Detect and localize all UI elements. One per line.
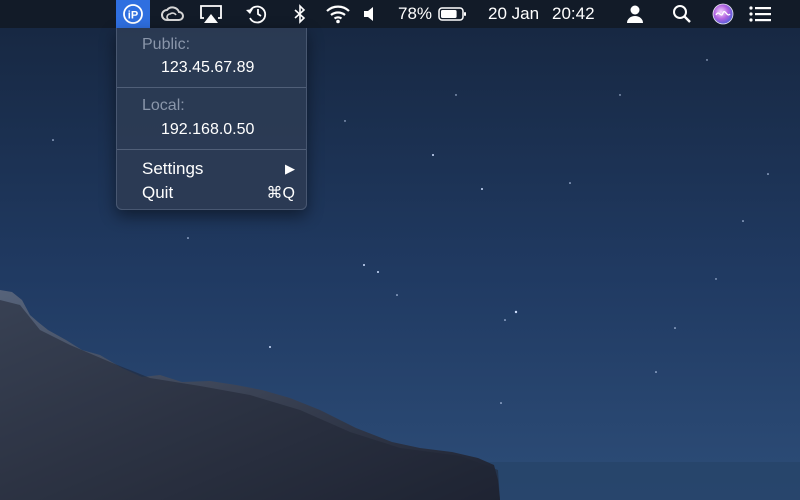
local-ip-label: Local: [142,97,185,114]
siri-menu-item[interactable] [710,0,736,28]
time-machine-icon [245,3,269,25]
settings-label: Settings [142,159,204,178]
quit-shortcut: ⌘Q [266,185,295,202]
notification-center-menu-item[interactable] [746,0,774,28]
local-ip-value[interactable]: 192.168.0.50 [161,121,254,139]
user-menu-item[interactable] [624,0,646,28]
settings-menu-item[interactable]: Settings ▶ [117,157,306,181]
wifi-menu-item[interactable] [324,0,352,28]
list-icon [748,5,772,23]
search-icon [672,4,692,24]
user-icon [626,4,644,24]
volume-icon [362,6,376,22]
bluetooth-icon [293,4,307,24]
siri-icon [712,3,734,25]
menu-separator [117,87,306,88]
ip-icon: iP [122,3,144,25]
time-machine-menu-item[interactable] [244,0,270,28]
volume-menu-item[interactable] [360,0,378,28]
public-ip-value[interactable]: 123.45.67.89 [161,59,254,77]
airplay-icon [199,4,223,24]
bluetooth-menu-item[interactable] [290,0,310,28]
creative-cloud-menu-item[interactable] [160,0,186,28]
svg-text:iP: iP [128,10,138,22]
menubar-date: 20 Jan [488,4,540,23]
battery-menu-item[interactable]: 78% [398,0,474,28]
quit-label: Quit [142,183,174,202]
menu-bar: iP 78% 20 Jan 20:42 [0,0,800,28]
wifi-icon [325,4,351,24]
menu-separator [117,149,306,150]
ip-app-menu-button[interactable]: iP [116,0,150,28]
battery-percent: 78% [398,4,433,23]
clock-menu-item[interactable]: 20:42 [552,0,604,28]
battery-icon [438,6,468,22]
ip-dropdown-menu: Public: 123.45.67.89 Local: 192.168.0.50… [116,28,307,210]
public-ip-label: Public: [142,36,191,53]
airplay-menu-item[interactable] [198,0,224,28]
creative-cloud-icon [161,5,185,23]
submenu-arrow-icon: ▶ [285,161,295,176]
date-menu-item[interactable]: 20 Jan [488,0,546,28]
spotlight-menu-item[interactable] [670,0,694,28]
menubar-time: 20:42 [552,4,595,23]
quit-menu-item[interactable]: Quit ⌘Q [117,181,306,205]
